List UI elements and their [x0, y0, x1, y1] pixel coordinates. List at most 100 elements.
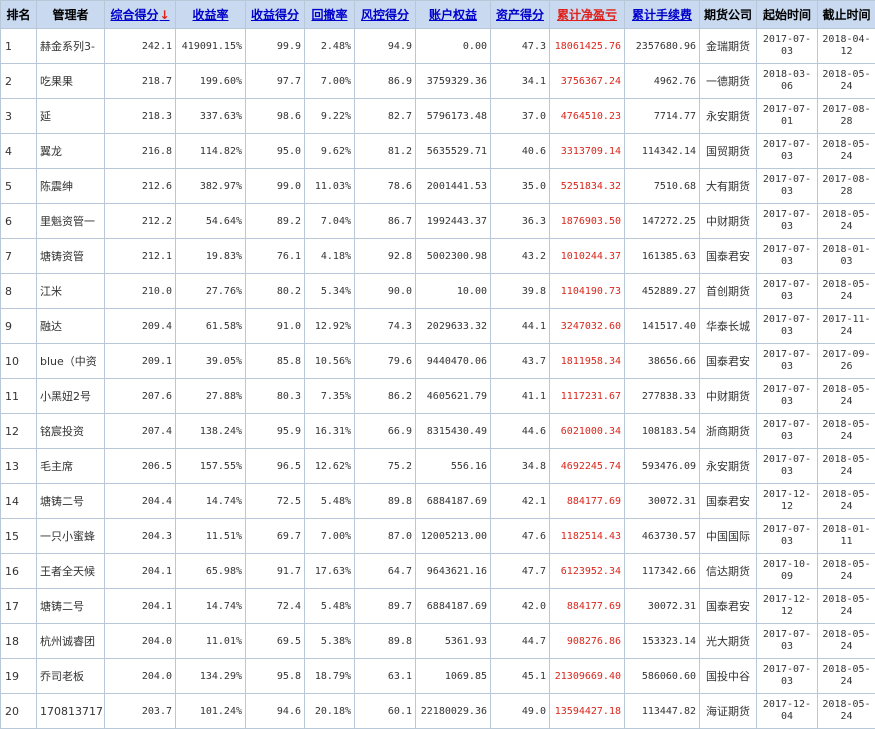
row-risk-score: 92.8	[355, 239, 416, 274]
row-equity: 1069.85	[416, 659, 491, 694]
header-asset-score[interactable]: 资产得分	[491, 1, 550, 29]
row-drawdown: 12.92%	[305, 309, 355, 344]
row-rank: 12	[1, 414, 37, 449]
table-row: 14塘铸二号204.414.74%72.55.48%89.86884187.69…	[1, 484, 875, 519]
row-end-date: 2017-08-28	[818, 99, 875, 134]
row-manager-name[interactable]: 铭宸投资	[37, 414, 105, 449]
header-score-sort[interactable]: 综合得分↓	[105, 1, 176, 29]
row-company: 一德期货	[700, 64, 757, 99]
row-rank: 20	[1, 694, 37, 729]
row-asset-score: 35.0	[491, 169, 550, 204]
header-drawdown[interactable]: 回撤率	[305, 1, 355, 29]
row-manager-name[interactable]: 陈震绅	[37, 169, 105, 204]
header-risk-score[interactable]: 风控得分	[355, 1, 416, 29]
row-net-pnl: 18061425.76	[550, 29, 625, 64]
row-risk-score: 89.7	[355, 589, 416, 624]
row-start-date: 2017-07-03	[757, 29, 818, 64]
row-manager-name[interactable]: 170813717:	[37, 694, 105, 729]
row-risk-score: 94.9	[355, 29, 416, 64]
row-score: 242.1	[105, 29, 176, 64]
header-return-rate[interactable]: 收益率	[176, 1, 246, 29]
row-return-score: 72.4	[246, 589, 305, 624]
row-score: 216.8	[105, 134, 176, 169]
row-manager-name[interactable]: blue（中资	[37, 344, 105, 379]
row-drawdown: 9.62%	[305, 134, 355, 169]
row-return-score: 97.7	[246, 64, 305, 99]
row-start-date: 2017-07-01	[757, 99, 818, 134]
row-manager-name[interactable]: 延	[37, 99, 105, 134]
row-manager-name[interactable]: 乔司老板	[37, 659, 105, 694]
header-net-pnl[interactable]: 累计净盈亏	[550, 1, 625, 29]
row-risk-score: 64.7	[355, 554, 416, 589]
row-manager-name[interactable]: 一只小蜜蜂	[37, 519, 105, 554]
row-fees: 38656.66	[625, 344, 700, 379]
row-score: 206.5	[105, 449, 176, 484]
row-start-date: 2017-07-03	[757, 624, 818, 659]
header-start: 起始时间	[757, 1, 818, 29]
row-return-rate: 382.97%	[176, 169, 246, 204]
row-drawdown: 12.62%	[305, 449, 355, 484]
row-risk-score: 89.8	[355, 624, 416, 659]
row-score: 203.7	[105, 694, 176, 729]
row-company: 大有期货	[700, 169, 757, 204]
table-row: 12铭宸投资207.4138.24%95.916.31%66.98315430.…	[1, 414, 875, 449]
row-rank: 9	[1, 309, 37, 344]
row-manager-name[interactable]: 江米	[37, 274, 105, 309]
row-return-rate: 27.88%	[176, 379, 246, 414]
row-fees: 114342.14	[625, 134, 700, 169]
row-manager-name[interactable]: 王者全天候	[37, 554, 105, 589]
row-manager-name[interactable]: 塘铸资管	[37, 239, 105, 274]
row-fees: 586060.60	[625, 659, 700, 694]
row-net-pnl: 1010244.37	[550, 239, 625, 274]
row-fees: 30072.31	[625, 484, 700, 519]
header-fees[interactable]: 累计手续费	[625, 1, 700, 29]
row-fees: 141517.40	[625, 309, 700, 344]
header-equity[interactable]: 账户权益	[416, 1, 491, 29]
header-end: 截止时间	[818, 1, 875, 29]
row-start-date: 2017-07-03	[757, 239, 818, 274]
row-company: 中财期货	[700, 204, 757, 239]
row-drawdown: 9.22%	[305, 99, 355, 134]
table-row: 16王者全天候204.165.98%91.717.63%64.79643621.…	[1, 554, 875, 589]
table-row: 5陈震绅212.6382.97%99.011.03%78.62001441.53…	[1, 169, 875, 204]
row-manager-name[interactable]: 塘铸二号	[37, 589, 105, 624]
row-rank: 14	[1, 484, 37, 519]
row-net-pnl: 21309669.40	[550, 659, 625, 694]
row-rank: 13	[1, 449, 37, 484]
row-manager-name[interactable]: 吃果果	[37, 64, 105, 99]
row-risk-score: 86.2	[355, 379, 416, 414]
row-return-score: 85.8	[246, 344, 305, 379]
row-drawdown: 16.31%	[305, 414, 355, 449]
table-row: 3延218.3337.63%98.69.22%82.75796173.4837.…	[1, 99, 875, 134]
row-risk-score: 81.2	[355, 134, 416, 169]
row-score: 207.4	[105, 414, 176, 449]
row-asset-score: 43.7	[491, 344, 550, 379]
row-net-pnl: 3756367.24	[550, 64, 625, 99]
row-net-pnl: 908276.86	[550, 624, 625, 659]
table-row: 9融达209.461.58%91.012.92%74.32029633.3244…	[1, 309, 875, 344]
row-score: 209.1	[105, 344, 176, 379]
row-return-rate: 14.74%	[176, 589, 246, 624]
row-manager-name[interactable]: 里魁资管一	[37, 204, 105, 239]
row-drawdown: 5.48%	[305, 589, 355, 624]
row-drawdown: 18.79%	[305, 659, 355, 694]
row-manager-name[interactable]: 赫金系列3-	[37, 29, 105, 64]
row-end-date: 2018-05-24	[818, 484, 875, 519]
row-end-date: 2017-11-24	[818, 309, 875, 344]
row-end-date: 2017-08-28	[818, 169, 875, 204]
row-return-rate: 138.24%	[176, 414, 246, 449]
row-manager-name[interactable]: 毛主席	[37, 449, 105, 484]
header-return-score[interactable]: 收益得分	[246, 1, 305, 29]
row-manager-name[interactable]: 融达	[37, 309, 105, 344]
row-risk-score: 89.8	[355, 484, 416, 519]
row-drawdown: 7.04%	[305, 204, 355, 239]
row-return-score: 80.3	[246, 379, 305, 414]
row-manager-name[interactable]: 杭州诚睿团	[37, 624, 105, 659]
row-asset-score: 37.0	[491, 99, 550, 134]
row-net-pnl: 1876903.50	[550, 204, 625, 239]
row-return-rate: 199.60%	[176, 64, 246, 99]
row-company: 国贸期货	[700, 134, 757, 169]
row-manager-name[interactable]: 塘铸二号	[37, 484, 105, 519]
row-manager-name[interactable]: 小黑妞2号	[37, 379, 105, 414]
row-manager-name[interactable]: 翼龙	[37, 134, 105, 169]
